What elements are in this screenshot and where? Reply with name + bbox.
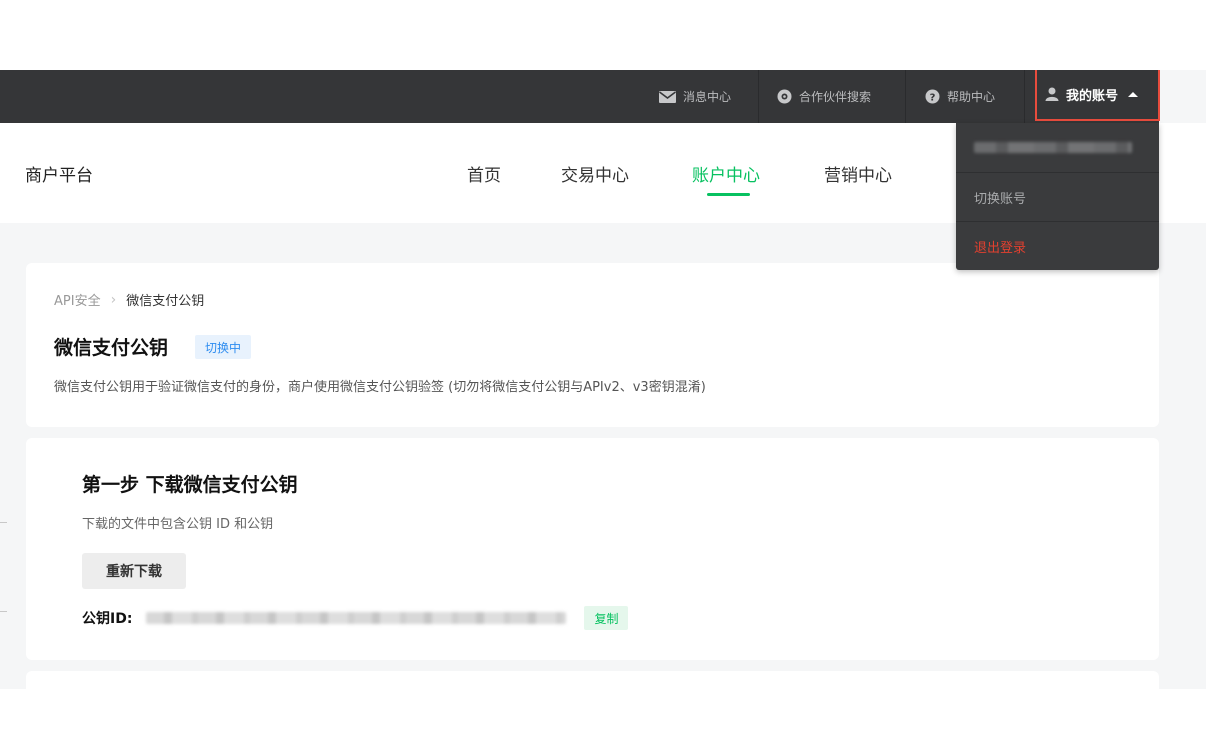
help-icon: ? xyxy=(925,89,940,104)
public-key-id-label: 公钥ID: xyxy=(82,611,133,627)
page-title: 微信支付公钥 xyxy=(54,337,169,359)
help-center-label: 帮助中心 xyxy=(947,90,996,104)
public-key-id-value-redacted xyxy=(146,612,567,624)
topbar-divider xyxy=(758,70,759,123)
caret-up-icon xyxy=(1128,91,1139,97)
user-icon xyxy=(1045,87,1059,101)
page-description: 微信支付公钥用于验证微信支付的身份，商户使用微信支付公钥验签 (切勿将微信支付公… xyxy=(54,380,706,395)
my-account-label: 我的账号 xyxy=(1066,88,1119,104)
copy-button[interactable]: 复制 xyxy=(584,606,629,630)
nav-home[interactable]: 首页 xyxy=(467,161,501,186)
topbar-divider xyxy=(1024,70,1025,123)
nav-marketing-center[interactable]: 营销中心 xyxy=(824,161,892,186)
my-account-button[interactable]: 我的账号 xyxy=(1035,70,1160,121)
public-key-id-row: 公钥ID: 复制 xyxy=(82,605,629,631)
svg-text:?: ? xyxy=(930,92,936,103)
nav-transaction-center[interactable]: 交易中心 xyxy=(561,161,629,186)
top-utility-bar: 消息中心 合作伙伴搜索 ? 帮助中心 xyxy=(0,70,1159,123)
mail-icon xyxy=(659,90,676,103)
account-identity-row xyxy=(956,123,1159,172)
intro-card: API安全 › 微信支付公钥 微信支付公钥 切换中 微信支付公钥用于验证微信支付… xyxy=(26,263,1159,427)
screenshot-area: 消息中心 合作伙伴搜索 ? 帮助中心 我的账号 商户平台 首页 交易中心 账户中… xyxy=(0,70,1206,689)
partner-search-label: 合作伙伴搜索 xyxy=(799,90,872,104)
step1-description: 下载的文件中包含公钥 ID 和公钥 xyxy=(82,517,274,532)
topbar-divider xyxy=(905,70,906,123)
redownload-button[interactable]: 重新下载 xyxy=(82,553,186,589)
account-dropdown: 切换账号 退出登录 xyxy=(956,123,1159,270)
account-name-redacted xyxy=(974,142,1132,153)
message-center-label: 消息中心 xyxy=(683,90,732,104)
logout-item[interactable]: 退出登录 xyxy=(956,221,1159,270)
step1-title: 第一步 下载微信支付公钥 xyxy=(82,474,298,496)
brand-title: 商户平台 xyxy=(25,166,93,186)
partner-search-icon xyxy=(777,89,792,104)
breadcrumb-current: 微信支付公钥 xyxy=(126,294,205,309)
status-badge: 切换中 xyxy=(195,335,252,359)
partner-search-link[interactable]: 合作伙伴搜索 xyxy=(777,70,871,123)
step1-card: 第一步 下载微信支付公钥 下载的文件中包含公钥 ID 和公钥 重新下载 公钥ID… xyxy=(26,438,1159,660)
next-step-card xyxy=(26,671,1159,689)
help-center-link[interactable]: ? 帮助中心 xyxy=(925,70,995,123)
switch-account-item[interactable]: 切换账号 xyxy=(956,172,1159,221)
breadcrumb: API安全 › 微信支付公钥 xyxy=(54,290,205,310)
message-center-link[interactable]: 消息中心 xyxy=(659,70,731,123)
chevron-right-icon: › xyxy=(110,291,117,308)
edge-divider xyxy=(0,611,7,612)
nav-account-center[interactable]: 账户中心 xyxy=(692,161,760,186)
breadcrumb-parent-link[interactable]: API安全 xyxy=(54,290,101,309)
edge-divider xyxy=(0,522,7,523)
active-nav-indicator xyxy=(707,193,750,196)
